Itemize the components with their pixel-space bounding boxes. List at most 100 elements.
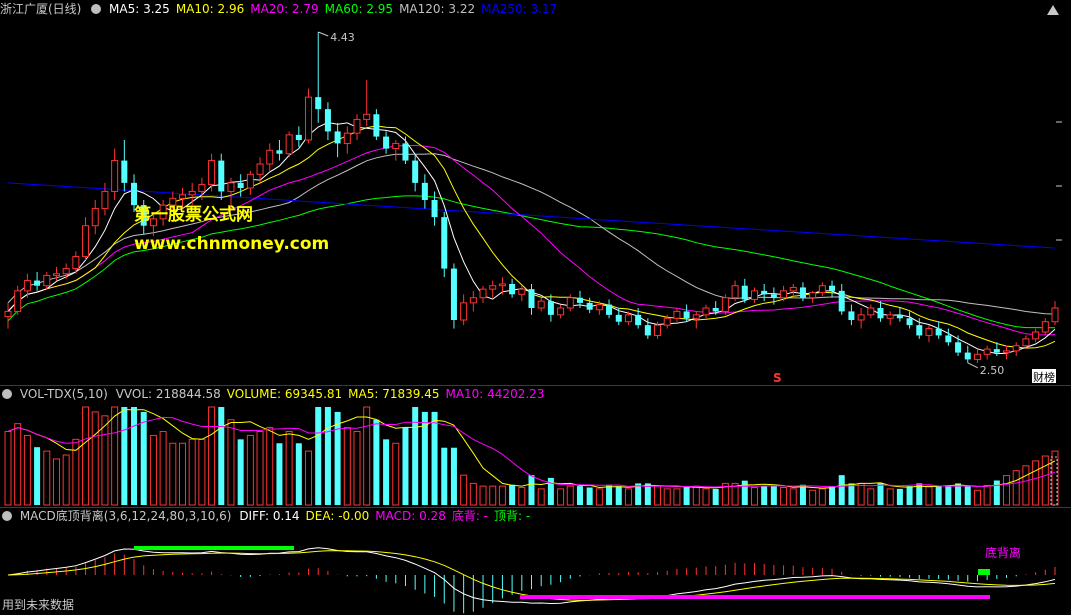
candle-down (373, 114, 380, 137)
volume-bar-down (906, 486, 913, 505)
low-label: 2.50 (980, 364, 1005, 377)
volume-bar-down (373, 419, 380, 505)
caibang-label: 财榜 (1033, 370, 1055, 384)
volume-bar-down (945, 486, 952, 505)
candle-up (818, 285, 826, 294)
candle-down (441, 217, 448, 269)
candle-down (606, 304, 613, 315)
volume-bar-up (285, 431, 293, 506)
watermark-title: 第一股票公式网 (134, 205, 253, 225)
volume-bar-up (169, 442, 177, 506)
candle-down (324, 109, 331, 132)
candle-up (91, 208, 99, 227)
volume-chart[interactable] (0, 385, 1071, 507)
candle-up (750, 290, 758, 300)
candle-up (518, 288, 526, 295)
candle-up (663, 317, 671, 326)
volume-bar-up (498, 485, 506, 506)
volume-bar-down (431, 411, 438, 505)
candle-down (848, 311, 855, 320)
candle-down (615, 314, 622, 322)
candle-up (1051, 307, 1059, 323)
candle-down (334, 131, 341, 144)
volume-panel[interactable]: VOL-TDX(5,10) VVOL: 218844.58 VOLUME: 693… (0, 385, 1071, 507)
candle-up (479, 288, 487, 299)
candle-down (644, 325, 651, 336)
high-label: 4.43 (330, 31, 355, 44)
volume-bar-down (528, 475, 535, 505)
volume-bar-up (111, 406, 119, 506)
candle-down (547, 301, 554, 315)
candle-up (178, 194, 187, 199)
price-panel[interactable]: 浙江广厦(日线) MA5: 3.25 MA10: 2.96 MA20: 2.79 MA… (0, 0, 1071, 385)
volume-bar-down (761, 486, 768, 505)
volume-bar-down (295, 443, 302, 505)
candle-up (1003, 350, 1011, 354)
candle-up (624, 314, 632, 323)
candle-down (916, 325, 923, 336)
candle-up (809, 292, 817, 299)
candle-up (343, 132, 351, 144)
candle-up (1012, 345, 1020, 352)
candle-down (993, 349, 1000, 353)
candle-down (402, 143, 409, 161)
candle-up (857, 314, 865, 321)
candle-up (246, 173, 254, 189)
volume-bar-up (353, 431, 361, 506)
volume-bar-up (23, 434, 31, 506)
volume-bar-up (925, 485, 933, 506)
candle-down (964, 352, 971, 360)
volume-bar-up (1041, 455, 1049, 506)
candle-down (741, 285, 748, 300)
candle-up (101, 190, 109, 210)
candle-up (702, 307, 710, 316)
candle-up (886, 314, 894, 319)
volume-bar-up (62, 454, 70, 506)
candlestick-chart[interactable]: 4.43 2.50 S 财榜 (0, 0, 1071, 385)
volume-bar-up (537, 488, 545, 506)
macd-panel[interactable]: MACD底顶背离(3,6,12,24,80,3,10,6) DIFF: 0.14… (0, 507, 1071, 615)
candle-down (683, 311, 690, 319)
candle-down (799, 287, 806, 298)
candle-up (266, 149, 274, 165)
volume-bar-down (955, 483, 962, 505)
candle-up (285, 134, 293, 155)
candle-up (692, 314, 700, 319)
candle-up (72, 256, 80, 270)
volume-bar-up (692, 485, 700, 506)
candle-down (877, 308, 884, 319)
volume-bar-up (246, 434, 254, 506)
volume-bar-up (343, 427, 351, 506)
volume-bar-up (624, 488, 632, 506)
candle-up (673, 310, 681, 319)
divergence-label: 底背离 (985, 545, 1021, 560)
volume-bar-up (14, 423, 22, 506)
candle-up (566, 297, 574, 309)
volume-bar-up (886, 488, 894, 506)
candle-up (731, 285, 739, 299)
volume-bar-down (683, 486, 690, 505)
volume-bar-up (673, 488, 681, 506)
candle-up (62, 268, 70, 275)
volume-bar-up (149, 434, 157, 506)
volume-bar-up (479, 485, 487, 506)
volume-bar-down (935, 486, 942, 505)
candle-up (537, 300, 545, 309)
candle-up (82, 225, 90, 258)
volume-bar-down (606, 484, 613, 505)
low-pointer (967, 362, 978, 369)
candle-down (935, 328, 942, 336)
candle-down (761, 290, 768, 295)
candle-down (34, 280, 41, 286)
candle-down (838, 290, 845, 312)
volume-bar-up (198, 438, 206, 506)
volume-bar-up (91, 411, 99, 506)
candle-up (1041, 321, 1049, 333)
macd-chart[interactable]: 底背离 (0, 507, 1071, 615)
volume-bar-down (770, 486, 777, 505)
volume-bar-up (101, 415, 109, 506)
candle-up (227, 182, 235, 192)
candle-down (770, 294, 777, 298)
volume-bar-up (789, 488, 797, 506)
candle-up (721, 297, 729, 312)
